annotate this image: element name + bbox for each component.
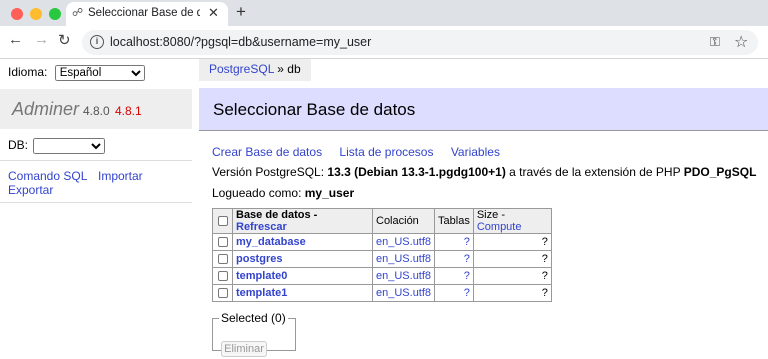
size-value: ?	[472, 233, 552, 251]
tab-close-icon[interactable]: ✕	[208, 5, 219, 21]
page-content: Idioma: Español Adminer 4.8.0 4.8.1 DB: …	[0, 59, 768, 359]
row-checkbox[interactable]	[217, 254, 228, 265]
header-tables: Tablas	[434, 208, 474, 234]
tab-favicon-icon: ☍	[72, 7, 84, 19]
header-database: Base de datos - Refrescar	[232, 208, 373, 234]
database-name-link[interactable]: template1	[236, 287, 287, 299]
browser-toolbar: ← → ↻ i localhost:8080/?pgsql=db&usernam…	[0, 26, 768, 59]
version-current: 4.8.0	[83, 104, 110, 118]
row-checkbox[interactable]	[217, 271, 228, 282]
tab-title: Seleccionar Base de datos - d	[88, 7, 200, 19]
menu-links: Comando SQL Exportar Importar	[8, 169, 143, 197]
reload-icon[interactable]: ↻	[58, 31, 71, 49]
login-user: my_user	[304, 186, 355, 200]
browser-tab-active[interactable]: ☍ Seleccionar Base de datos - d ✕	[66, 2, 228, 26]
action-links: Crear Base de datos Lista de procesos Va…	[212, 145, 514, 159]
row-checkbox[interactable]	[217, 288, 228, 299]
row-checkbox-cell[interactable]	[212, 267, 233, 285]
breadcrumb-separator: »	[277, 62, 284, 76]
bookmark-star-icon[interactable]: ☆	[734, 32, 748, 52]
header-collation: Colación	[371, 208, 436, 234]
row-checkbox-cell[interactable]	[212, 250, 233, 268]
page-title: Seleccionar Base de datos	[213, 100, 416, 119]
brand-header: Adminer 4.8.0 4.8.1	[0, 89, 192, 129]
version-extension: PDO_PgSQL	[683, 165, 757, 179]
row-checkbox[interactable]	[217, 237, 228, 248]
databases-table: Base de datos - Refrescar Colación Tabla…	[212, 208, 552, 302]
select-all-checkbox[interactable]	[217, 216, 228, 227]
table-row: postgres en_US.utf8 ? ?	[212, 250, 552, 268]
size-value: ?	[472, 267, 552, 285]
address-bar[interactable]: i localhost:8080/?pgsql=db&username=my_u…	[82, 30, 758, 55]
db-select[interactable]	[33, 138, 106, 154]
tables-count-link[interactable]: ?	[464, 253, 470, 265]
collation-link[interactable]: en_US.utf8	[376, 236, 431, 248]
variables-link[interactable]: Variables	[451, 145, 500, 159]
version-new-link[interactable]: 4.8.1	[115, 104, 142, 118]
collation-link[interactable]: en_US.utf8	[376, 253, 431, 265]
import-link[interactable]: Importar	[98, 169, 143, 183]
header-size: Size - Compute	[472, 208, 552, 234]
login-label: Logueado como:	[212, 186, 302, 200]
language-selector: Idioma: Español	[8, 65, 145, 81]
database-name-link[interactable]: template0	[236, 270, 287, 282]
logged-in-info: Logueado como: my_user	[212, 186, 354, 200]
database-name-link[interactable]: postgres	[236, 253, 282, 265]
header-size-dash: -	[501, 209, 505, 221]
server-version-info: Versión PostgreSQL: 13.3 (Debian 13.3-1.…	[212, 165, 756, 179]
create-database-link[interactable]: Crear Base de datos	[212, 145, 322, 159]
sql-command-link[interactable]: Comando SQL	[8, 169, 87, 183]
key-icon[interactable]: ⚿	[710, 34, 720, 50]
breadcrumb: PostgreSQL » db	[199, 59, 311, 81]
new-tab-button[interactable]: +	[236, 2, 246, 22]
table-row: template0 en_US.utf8 ? ?	[212, 267, 552, 285]
select-all-cell[interactable]	[212, 208, 233, 234]
site-info-icon[interactable]: i	[90, 35, 104, 49]
breadcrumb-driver-link[interactable]: PostgreSQL	[209, 62, 274, 76]
db-selector: DB:	[8, 138, 106, 154]
collation-link[interactable]: en_US.utf8	[376, 287, 431, 299]
delete-button[interactable]: Eliminar	[221, 341, 267, 357]
breadcrumb-server: db	[287, 62, 301, 76]
tables-count-link[interactable]: ?	[464, 236, 470, 248]
forward-icon[interactable]: →	[34, 31, 49, 48]
window-minimize-button[interactable]	[30, 8, 42, 20]
row-checkbox-cell[interactable]	[212, 233, 233, 251]
selected-legend: Selected (0)	[221, 311, 286, 325]
address-url[interactable]: localhost:8080/?pgsql=db&username=my_use…	[110, 35, 371, 49]
size-value: ?	[472, 250, 552, 268]
size-value: ?	[472, 284, 552, 302]
header-database-label: Base de datos	[236, 209, 311, 221]
menu-divider	[0, 160, 192, 161]
export-link[interactable]: Exportar	[8, 183, 53, 197]
database-name-link[interactable]: my_database	[236, 236, 306, 248]
sidebar-menu: Idioma: Español Adminer 4.8.0 4.8.1 DB: …	[0, 59, 192, 359]
compute-link[interactable]: Compute	[477, 221, 522, 233]
selected-fieldset: Selected (0) Eliminar	[212, 311, 296, 357]
version-middle: a través de la extensión de PHP	[509, 165, 681, 179]
window-zoom-button[interactable]	[49, 8, 61, 20]
header-dash: -	[313, 209, 318, 221]
table-row: my_database en_US.utf8 ? ?	[212, 233, 552, 251]
window-close-button[interactable]	[11, 8, 23, 20]
header-size-label: Size	[476, 209, 499, 221]
process-list-link[interactable]: Lista de procesos	[339, 145, 433, 159]
page-header: Seleccionar Base de datos	[199, 88, 768, 131]
table-header-row: Base de datos - Refrescar Colación Tabla…	[212, 208, 552, 234]
version-value: 13.3 (Debian 13.3-1.pgdg100+1)	[327, 165, 506, 179]
refresh-link[interactable]: Refrescar	[236, 221, 287, 233]
row-checkbox-cell[interactable]	[212, 284, 233, 302]
back-icon[interactable]: ←	[8, 31, 23, 48]
menu-divider	[0, 202, 192, 203]
tables-count-link[interactable]: ?	[464, 287, 470, 299]
table-row: template1 en_US.utf8 ? ?	[212, 284, 552, 302]
language-select[interactable]: Español	[54, 65, 145, 81]
brand-name[interactable]: Adminer	[12, 99, 79, 120]
tables-count-link[interactable]: ?	[464, 270, 470, 282]
language-label: Idioma:	[8, 65, 48, 79]
collation-link[interactable]: en_US.utf8	[376, 270, 431, 282]
db-label: DB:	[8, 138, 29, 152]
version-prefix: Versión PostgreSQL:	[212, 165, 325, 179]
browser-tab-bar: ☍ Seleccionar Base de datos - d ✕ +	[0, 0, 768, 26]
